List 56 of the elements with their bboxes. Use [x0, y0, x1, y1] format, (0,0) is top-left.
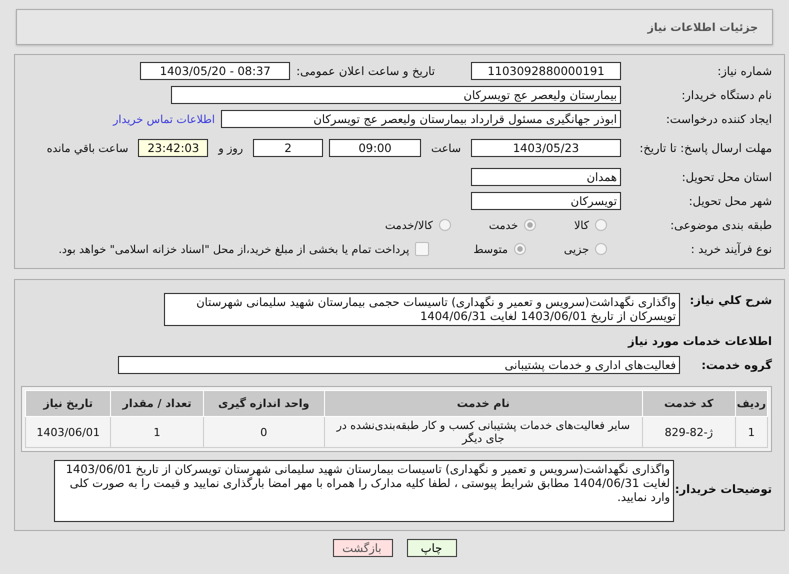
checkbox[interactable]: [415, 242, 430, 256]
field-label: ایجاد کننده درخواست:: [665, 112, 772, 126]
column-header: واحد اندازه گیری: [203, 390, 324, 416]
table-cell: سایر فعالیت‌های خدمات پشتیبانی کسب و کار طبقه‌بندی‌نشده در جای دیگر: [324, 416, 642, 448]
field-label: شماره نیاز:: [716, 64, 772, 78]
radio-button[interactable]: [438, 219, 451, 231]
deadline-date-field: 1403/05/23: [471, 139, 621, 157]
summary-textarea[interactable]: واگذاری نگهداشت(سرویس و تعمیر و نگهداری) تاسیسات حجمی بیمارستان شهید سلیمانی شهرستان تویسرکان از تاریخ 1403/06/01 لغایت 1404/06/31: [164, 293, 680, 326]
buyer-org-field: بیمارستان ولیعصر عج تویسرکان: [171, 86, 621, 104]
remaining-label: ساعت باقي مانده: [46, 142, 128, 154]
radio-label: خدمت: [488, 218, 518, 232]
creator-field: ابوذر جهانگیری مسئول قرارداد بیمارستان ولیعصر عج تویسرکان: [221, 110, 621, 128]
radio-button[interactable]: [595, 219, 607, 231]
remaining-time-field: 23:42:03: [138, 139, 208, 157]
time-label: ساعت: [431, 142, 461, 154]
radio-label: متوسط: [473, 242, 508, 256]
column-header: تعداد / مقدار: [110, 390, 204, 416]
radio-button[interactable]: [524, 219, 536, 231]
field-label: طبقه بندی موضوعی:: [669, 218, 772, 232]
announce-date-field: 1403/05/20 - 08:37: [140, 62, 290, 80]
radio-button[interactable]: [514, 243, 526, 255]
field-label: شرح کلي نياز:: [688, 293, 772, 307]
column-header: ردیف: [735, 390, 768, 416]
days-label: روز و: [218, 142, 244, 154]
page-title: جزئیات اطلاعات نیاز: [648, 20, 758, 34]
table-cell: 0: [203, 416, 324, 448]
radio-label: کالا/خدمت: [385, 218, 433, 232]
deadline-time-field: 09:00: [329, 139, 422, 157]
field-label: شهر محل تحویل:: [688, 194, 772, 208]
table-cell: 1403/06/01: [26, 416, 111, 448]
table-cell: ژ-82-829: [642, 416, 736, 448]
days-field: 2: [253, 139, 324, 157]
table-cell: 1: [110, 416, 204, 448]
column-header: کد خدمت: [642, 390, 736, 416]
treasury-note: پرداخت تمام یا بخشی از مبلغ خرید،از محل "اسناد خزانه اسلامی" خواهد بود.: [58, 242, 410, 256]
field-label: نام دستگاه خریدار:: [680, 88, 772, 102]
service-group-field: فعالیت‌های اداری و خدمات پشتیبانی: [118, 356, 680, 374]
radio-label: جزیی: [564, 242, 589, 256]
column-header: تاریخ نیاز: [26, 390, 111, 416]
radio-button[interactable]: [595, 243, 607, 255]
action-button[interactable]: بازگشت: [332, 539, 392, 557]
field-label: نوع فرآیند خرید :: [690, 242, 772, 256]
field-label: گروه خدمت:: [700, 358, 772, 372]
buyer-contact-link[interactable]: اطلاعات تماس خریدار: [113, 112, 215, 126]
buyer-notes-textarea[interactable]: واگذاری نگهداشت(سرویس و تعمیر و نگهداری) تاسیسات بیمارستان شهید سلیمانی شهرستان تویسرکان از تاریخ 1403/06/01 لغایت 1404/06/31 مطابق شرایط پیوستی ، لطفا کلیه مدارک را همراه با مهر امضا بارگذاری نمایید و قیمت را به صورت کلی وارد نمایید.: [54, 460, 674, 522]
city-field: تویسرکان: [471, 192, 621, 210]
column-header: نام خدمت: [324, 390, 642, 416]
section-heading: اطلاعات خدمات مورد نیاز: [628, 334, 772, 348]
field-label: استان محل تحویل:: [680, 170, 772, 184]
table-cell: 1: [735, 416, 768, 448]
action-button[interactable]: چاپ: [406, 539, 456, 557]
field-label: تاریخ و ساعت اعلان عمومی:: [296, 64, 435, 78]
need-number-field: 1103092880000191: [471, 62, 621, 80]
province-field: همدان: [471, 168, 621, 186]
radio-label: کالا: [574, 218, 589, 232]
field-label: مهلت ارسال پاسخ: تا تاریخ:: [638, 140, 772, 156]
